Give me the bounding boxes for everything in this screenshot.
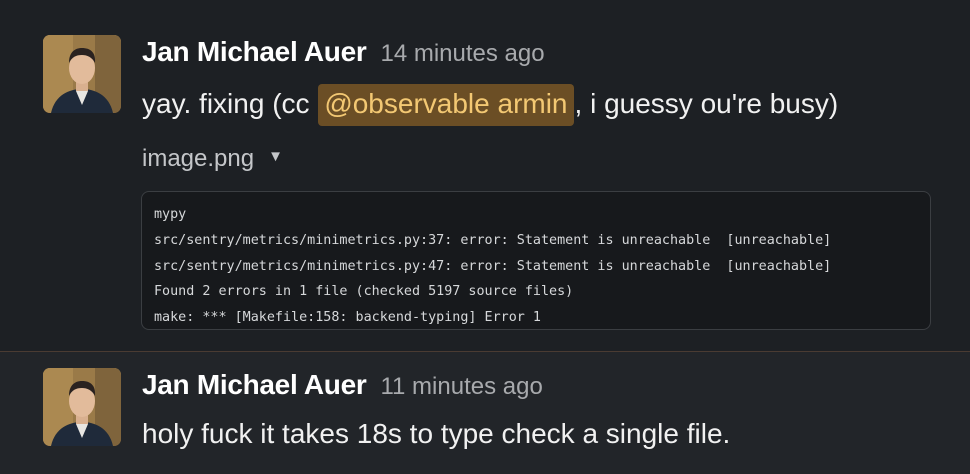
message-text-before: yay. fixing (cc — [142, 88, 318, 119]
message-text: yay. fixing (cc @observable armin, i gue… — [142, 84, 838, 126]
avatar-photo-icon — [43, 368, 121, 446]
avatar[interactable] — [43, 35, 121, 113]
code-line: mypy — [154, 207, 187, 222]
code-line: make: *** [Makefile:158: backend-typing]… — [154, 310, 541, 326]
timestamp[interactable]: 14 minutes ago — [380, 40, 544, 67]
message-header: Jan Michael Auer 11 minutes ago — [142, 369, 543, 405]
attachment-toggle[interactable]: image.png ▼ — [142, 145, 283, 173]
message-text: holy fuck it takes 18s to type check a s… — [142, 418, 731, 449]
message-text-after: , i guessy ou're busy) — [574, 88, 839, 119]
caret-down-icon[interactable]: ▼ — [268, 148, 283, 165]
message-header: Jan Michael Auer 14 minutes ago — [142, 36, 545, 72]
message-list: Jan Michael Auer 14 minutes ago yay. fixi… — [0, 0, 970, 474]
code-line: src/sentry/metrics/minimetrics.py:47: er… — [154, 258, 832, 274]
avatar[interactable] — [43, 368, 121, 446]
avatar-photo-icon — [43, 35, 121, 113]
author-name[interactable]: Jan Michael Auer — [142, 36, 367, 67]
user-mention[interactable]: @observable armin — [318, 84, 574, 126]
timestamp[interactable]: 11 minutes ago — [380, 373, 542, 400]
attachment-filename: image.png — [142, 145, 255, 172]
image-attachment[interactable]: mypy src/sentry/metrics/minimetrics.py:3… — [141, 191, 931, 330]
message-1: Jan Michael Auer 14 minutes ago yay. fixi… — [0, 0, 970, 352]
code-line: src/sentry/metrics/minimetrics.py:37: er… — [154, 232, 832, 248]
message-2: Jan Michael Auer 11 minutes ago holy fuck… — [0, 352, 970, 474]
code-line: Found 2 errors in 1 file (checked 5197 s… — [154, 284, 574, 300]
author-name[interactable]: Jan Michael Auer — [142, 369, 367, 400]
